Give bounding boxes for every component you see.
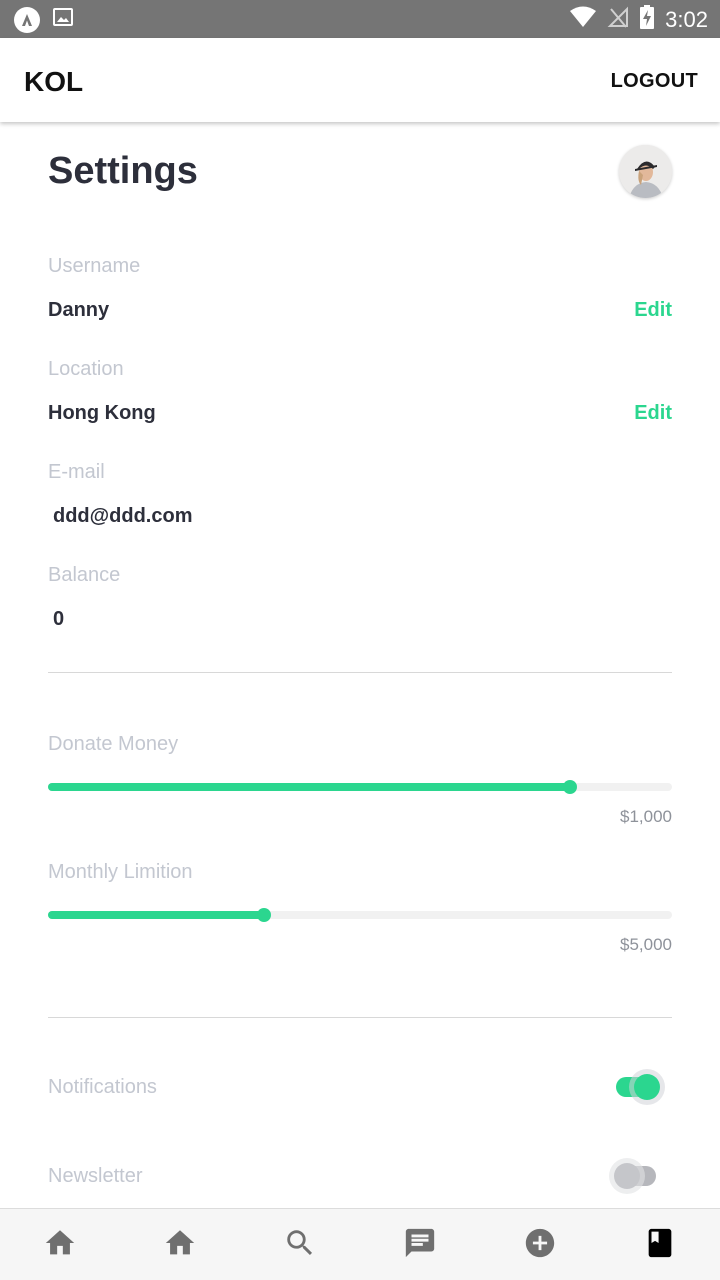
app-logo-icon xyxy=(14,6,40,33)
logout-button[interactable]: LOGOUT xyxy=(611,70,698,93)
slider-fill xyxy=(48,911,264,919)
location-value: Hong Kong xyxy=(48,402,156,424)
nav-bookmarks[interactable] xyxy=(600,1209,720,1280)
donate-money-slider[interactable] xyxy=(48,778,672,796)
slider-fill xyxy=(48,783,570,791)
nav-messages[interactable] xyxy=(360,1209,480,1280)
add-circle-icon xyxy=(523,1226,557,1265)
donate-money-label: Donate Money xyxy=(48,733,179,755)
nav-search[interactable] xyxy=(240,1209,360,1280)
toggle-thumb xyxy=(634,1074,660,1100)
avatar[interactable] xyxy=(619,145,672,198)
nav-home[interactable] xyxy=(0,1209,120,1280)
bottom-nav xyxy=(0,1208,720,1280)
balance-value: 0 xyxy=(53,608,65,630)
app-title: KOL xyxy=(24,66,84,97)
home-icon xyxy=(163,1226,197,1265)
slider-thumb[interactable] xyxy=(256,908,271,922)
divider xyxy=(48,672,672,673)
bookmark-book-icon xyxy=(643,1226,677,1265)
newsletter-label: Newsletter xyxy=(48,1165,143,1187)
nav-home-secondary[interactable] xyxy=(120,1209,240,1280)
message-icon xyxy=(403,1226,437,1265)
search-icon xyxy=(283,1226,317,1265)
email-value: ddd@ddd.com xyxy=(53,505,193,527)
donate-money-value: $1,000 xyxy=(620,807,672,826)
status-bar: 3:02 xyxy=(0,0,720,38)
settings-content[interactable]: Settings Username Danny Edit Location Ho… xyxy=(0,122,720,1208)
balance-label: Balance xyxy=(48,564,121,586)
username-value: Danny xyxy=(48,299,110,321)
status-time: 3:02 xyxy=(665,6,708,32)
edit-username-button[interactable]: Edit xyxy=(634,299,672,322)
home-icon xyxy=(43,1226,77,1265)
notifications-label: Notifications xyxy=(48,1076,157,1098)
nav-add[interactable] xyxy=(480,1209,600,1280)
battery-charging-icon xyxy=(639,4,655,35)
image-icon xyxy=(52,6,74,33)
page-title: Settings xyxy=(48,150,198,192)
location-label: Location xyxy=(48,358,124,380)
slider-thumb[interactable] xyxy=(562,780,577,794)
edit-location-button[interactable]: Edit xyxy=(634,402,672,425)
no-signal-icon xyxy=(607,6,629,33)
app-bar: KOL LOGOUT xyxy=(0,38,720,122)
monthly-limit-value: $5,000 xyxy=(620,935,672,954)
toggle-thumb xyxy=(614,1163,640,1189)
notifications-toggle[interactable] xyxy=(614,1071,666,1101)
email-label: E-mail xyxy=(48,461,105,483)
monthly-limit-slider[interactable] xyxy=(48,906,672,924)
divider xyxy=(48,1017,672,1018)
wifi-icon xyxy=(569,6,597,33)
monthly-limit-label: Monthly Limition xyxy=(48,861,193,883)
username-label: Username xyxy=(48,255,141,277)
newsletter-toggle[interactable] xyxy=(614,1160,666,1190)
